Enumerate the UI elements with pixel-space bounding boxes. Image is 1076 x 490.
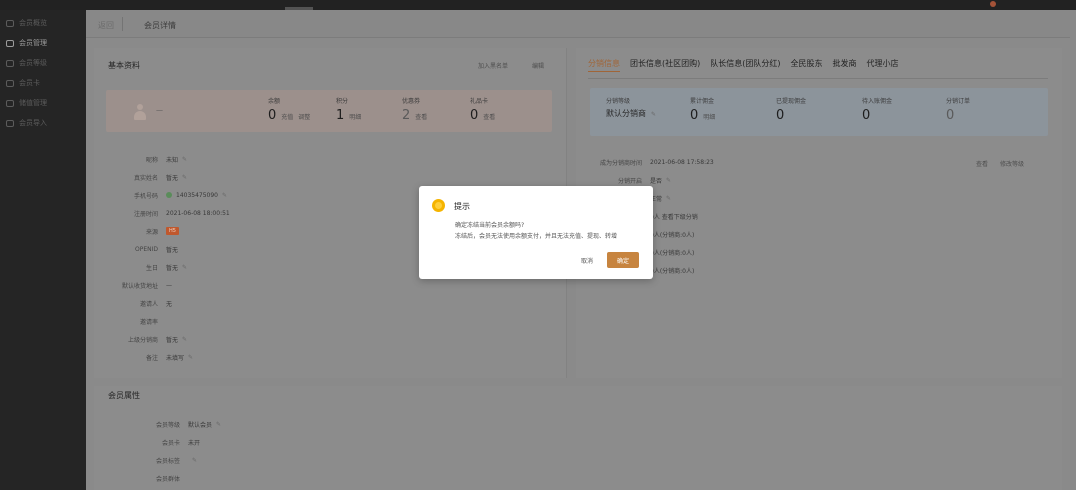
cancel-button[interactable]: 取消 (574, 252, 600, 268)
dialog-message-line2: 冻结后，会员无法使用余额支付，并且无法充值、提现、转增 (455, 233, 618, 240)
confirm-dialog: 提示 确定冻结当前会员余额吗? 冻结后，会员无法使用余额支付，并且无法充值、提现… (419, 186, 653, 279)
dialog-message-line1: 确定冻结当前会员余额吗? (455, 222, 525, 229)
confirm-button[interactable]: 确定 (607, 252, 639, 268)
dialog-title: 提示 (454, 202, 470, 211)
warning-icon (432, 199, 445, 212)
